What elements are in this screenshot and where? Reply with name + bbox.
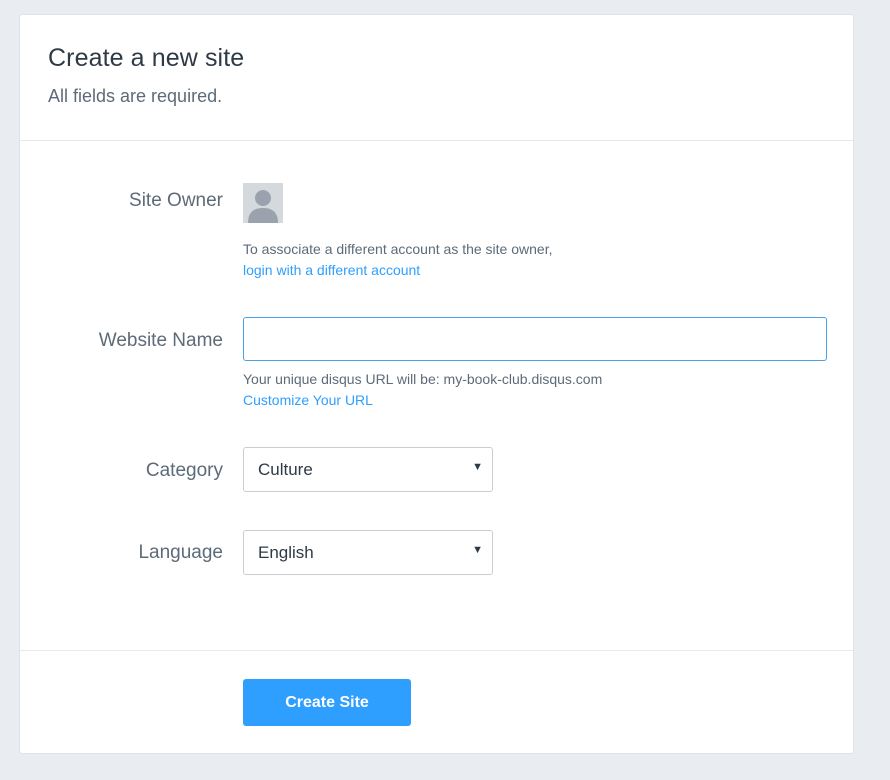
footer-divider [20,650,853,651]
user-avatar-icon [243,183,283,223]
create-site-card: Create a new site All fields are require… [19,14,854,754]
category-label: Category [145,460,223,481]
category-select[interactable]: Culture ▼ [243,447,493,492]
website-name-label: Website Name [98,330,223,351]
caret-down-icon: ▼ [472,544,483,556]
caret-down-icon: ▼ [472,461,483,473]
site-owner-help-text: To associate a different account as the … [243,241,553,257]
create-site-button[interactable]: Create Site [243,679,411,726]
language-selected-value: English [258,543,314,562]
page-title: Create a new site [48,44,245,72]
disqus-url-hint: Your unique disqus URL will be: my-book-… [243,371,603,387]
language-label: Language [138,542,223,563]
site-owner-label: Site Owner [129,190,223,211]
website-name-input[interactable] [243,317,827,361]
card-header: Create a new site All fields are require… [20,15,853,141]
language-select[interactable]: English ▼ [243,530,493,575]
customize-url-link[interactable]: Customize Your URL [243,392,373,408]
category-selected-value: Culture [258,460,313,479]
page-subtitle: All fields are required. [48,86,223,106]
login-different-account-link[interactable]: login with a different account [243,262,420,278]
